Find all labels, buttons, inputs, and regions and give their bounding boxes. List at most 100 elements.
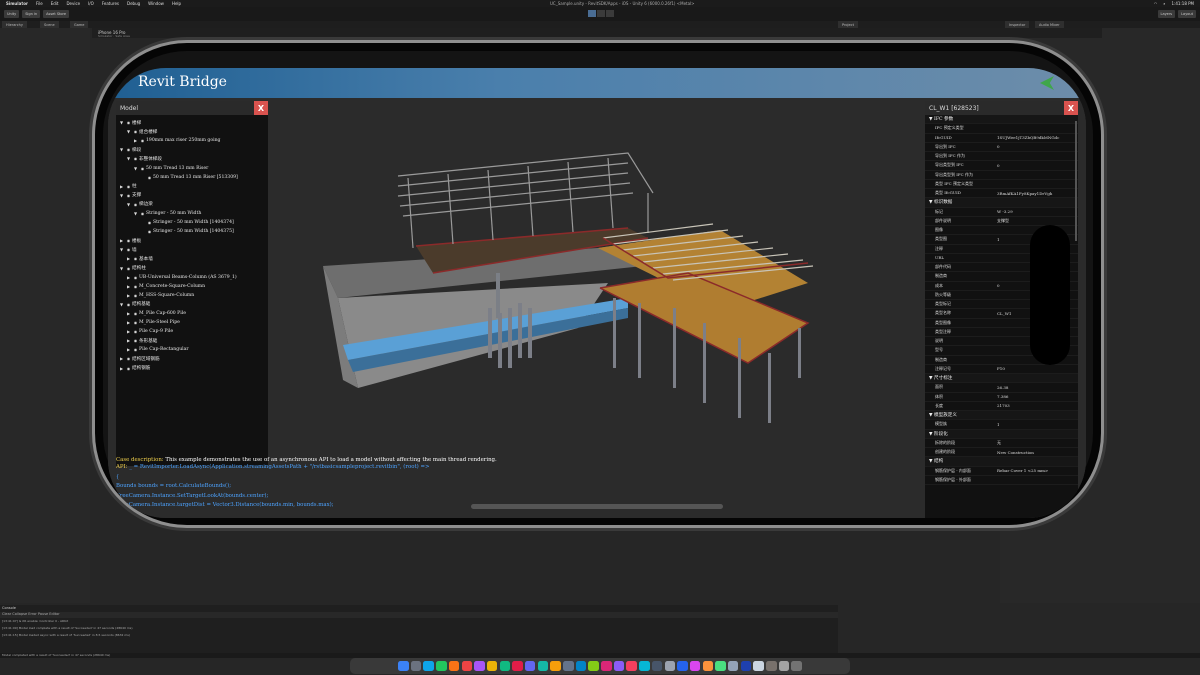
- expand-triangle-icon[interactable]: ▶: [125, 311, 132, 316]
- expand-triangle-icon[interactable]: ▶: [125, 347, 132, 352]
- expand-triangle-icon[interactable]: ▶: [132, 138, 139, 143]
- visibility-eye-icon[interactable]: ◉: [132, 347, 139, 352]
- visibility-eye-icon[interactable]: ◉: [125, 356, 132, 361]
- expand-triangle-icon[interactable]: ▶: [118, 366, 125, 371]
- tree-item[interactable]: ▶ ◉ M_Pile-Steel Pipe: [116, 318, 268, 327]
- menubar-clock[interactable]: 1:41:18 PM: [1171, 1, 1194, 6]
- dock-app-icon[interactable]: [740, 660, 752, 672]
- expand-triangle-icon[interactable]: ▼: [125, 156, 132, 161]
- home-indicator[interactable]: [471, 504, 723, 509]
- visibility-eye-icon[interactable]: ◉: [125, 302, 132, 307]
- model-panel-close-button[interactable]: X: [254, 101, 268, 115]
- expand-triangle-icon[interactable]: ▶: [125, 338, 132, 343]
- dock-app-icon[interactable]: [461, 660, 473, 672]
- expand-triangle-icon[interactable]: ▼: [125, 202, 132, 207]
- dock-app-icon[interactable]: [664, 660, 676, 672]
- dock-app-icon[interactable]: [410, 660, 422, 672]
- dock-app-icon[interactable]: [766, 660, 777, 672]
- back-arrow-icon[interactable]: [1040, 76, 1054, 90]
- tree-item[interactable]: ▼ ◉ 50 mm Tread 13 mm Riser: [116, 163, 268, 172]
- dock-app-icon[interactable]: [651, 660, 663, 672]
- tree-item[interactable]: ◉ Stringer - 50 mm Width [1404374]: [116, 218, 268, 227]
- properties-scrollbar[interactable]: [1075, 121, 1077, 241]
- tree-item[interactable]: ▶ ◉ Pile Cap-9 Pile: [116, 327, 268, 336]
- unity-account-button[interactable]: Unity: [4, 10, 20, 18]
- tree-item[interactable]: ▶ ◉ M_HSS-Square-Column: [116, 291, 268, 300]
- tree-item[interactable]: ▼ ◉ 楼梯: [116, 118, 268, 127]
- dock-app-icon[interactable]: [727, 660, 739, 672]
- tab-inspector[interactable]: Inspector: [1005, 21, 1030, 28]
- dock-app-icon[interactable]: [601, 660, 612, 672]
- visibility-eye-icon[interactable]: ◉: [125, 147, 132, 152]
- visibility-eye-icon[interactable]: ◉: [132, 256, 139, 261]
- menubar-edit[interactable]: Edit: [51, 1, 59, 6]
- expand-triangle-icon[interactable]: ▼: [118, 247, 125, 252]
- expand-triangle-icon[interactable]: ▼: [125, 129, 132, 134]
- expand-triangle-icon[interactable]: ▶: [125, 329, 132, 334]
- visibility-eye-icon[interactable]: ◉: [132, 338, 139, 343]
- asset-store-button[interactable]: Asset Store: [43, 10, 70, 18]
- visibility-eye-icon[interactable]: ◉: [125, 120, 132, 125]
- tree-item[interactable]: ▶ ◉ Pile Cap-Rectangular: [116, 345, 268, 354]
- visibility-eye-icon[interactable]: ◉: [125, 238, 132, 243]
- tab-audio-mixer[interactable]: Audio Mixer: [1035, 21, 1064, 28]
- dock-app-icon[interactable]: [778, 660, 790, 672]
- console-line[interactable]: [13:41:07] Is XR enable: Controller 0 - …: [2, 619, 68, 623]
- dock-app-icon[interactable]: [398, 660, 409, 672]
- pause-icon[interactable]: [597, 10, 605, 17]
- console-line[interactable]: [13:41:15] Model loaded async with a res…: [2, 633, 130, 637]
- visibility-eye-icon[interactable]: ◉: [132, 320, 139, 325]
- visibility-eye-icon[interactable]: ◉: [132, 202, 139, 207]
- step-icon[interactable]: [606, 10, 614, 17]
- console-toolbar[interactable]: Clear Collapse Error Pause Editor: [0, 612, 838, 618]
- visibility-eye-icon[interactable]: ◉: [132, 284, 139, 289]
- dock-app-icon[interactable]: [474, 660, 485, 672]
- tab-game[interactable]: Game: [70, 21, 89, 28]
- tree-item[interactable]: ▼ ◉ 梯段: [116, 145, 268, 154]
- dock-app-icon[interactable]: [423, 660, 434, 672]
- dock-app-icon[interactable]: [613, 660, 625, 672]
- tree-item[interactable]: ▶ ◉ 基本墙: [116, 254, 268, 263]
- menubar-debug[interactable]: Debug: [127, 1, 140, 6]
- dock-app-icon[interactable]: [702, 660, 714, 672]
- dock-app-icon[interactable]: [689, 660, 701, 672]
- dock-app-icon[interactable]: [715, 660, 726, 672]
- wifi-icon[interactable]: ◠: [1154, 1, 1158, 6]
- tree-item[interactable]: ▶ ◉ 柱: [116, 182, 268, 191]
- expand-triangle-icon[interactable]: ▼: [132, 211, 139, 216]
- visibility-eye-icon[interactable]: ◉: [139, 166, 146, 171]
- tree-item[interactable]: ▼ ◉ 结构柱: [116, 264, 268, 273]
- tree-item[interactable]: ◉ 50 mm Tread 13 mm Riser [513309]: [116, 173, 268, 182]
- property-section[interactable]: ▼ 标识数据: [925, 198, 1078, 208]
- visibility-eye-icon[interactable]: ◉: [125, 366, 132, 371]
- tab-console[interactable]: Console: [2, 606, 16, 610]
- expand-triangle-icon[interactable]: ▶: [125, 256, 132, 261]
- dock-app-icon[interactable]: [626, 660, 637, 672]
- dock-app-icon[interactable]: [436, 660, 447, 672]
- tree-item[interactable]: ▼ ◉ Stringer - 50 mm Width: [116, 209, 268, 218]
- visibility-eye-icon[interactable]: ◉: [125, 247, 132, 252]
- expand-triangle-icon[interactable]: ▶: [125, 284, 132, 289]
- dock-app-icon[interactable]: [448, 660, 460, 672]
- expand-triangle-icon[interactable]: ▼: [132, 166, 139, 171]
- expand-triangle-icon[interactable]: ▶: [125, 275, 132, 280]
- dock-app-icon[interactable]: [524, 660, 536, 672]
- tree-item[interactable]: ▼ ◉ 结构基础: [116, 300, 268, 309]
- tree-item[interactable]: ▼ ◉ 支撑: [116, 191, 268, 200]
- dock-app-icon[interactable]: [575, 660, 587, 672]
- tree-item[interactable]: ▶ ◉ M_Concrete-Square-Column: [116, 282, 268, 291]
- visibility-eye-icon[interactable]: ◉: [132, 293, 139, 298]
- expand-triangle-icon[interactable]: ▶: [118, 184, 125, 189]
- visibility-eye-icon[interactable]: ◉: [146, 175, 153, 180]
- search-icon[interactable]: ⌕: [1163, 1, 1165, 6]
- tab-hierarchy[interactable]: Hierarchy: [2, 21, 27, 28]
- menubar-help[interactable]: Help: [172, 1, 181, 6]
- menubar-file[interactable]: File: [36, 1, 43, 6]
- expand-triangle-icon[interactable]: ▼: [118, 302, 125, 307]
- dock-app-icon[interactable]: [550, 660, 561, 672]
- expand-triangle-icon[interactable]: ▼: [118, 193, 125, 198]
- menubar-app-name[interactable]: Simulator: [6, 1, 28, 6]
- tree-item[interactable]: ▶ ◉ UB-Universal Beams-Column (AS 3679_1): [116, 273, 268, 282]
- visibility-eye-icon[interactable]: ◉: [132, 329, 139, 334]
- tree-item[interactable]: ▼ ◉ 梯边梁: [116, 200, 268, 209]
